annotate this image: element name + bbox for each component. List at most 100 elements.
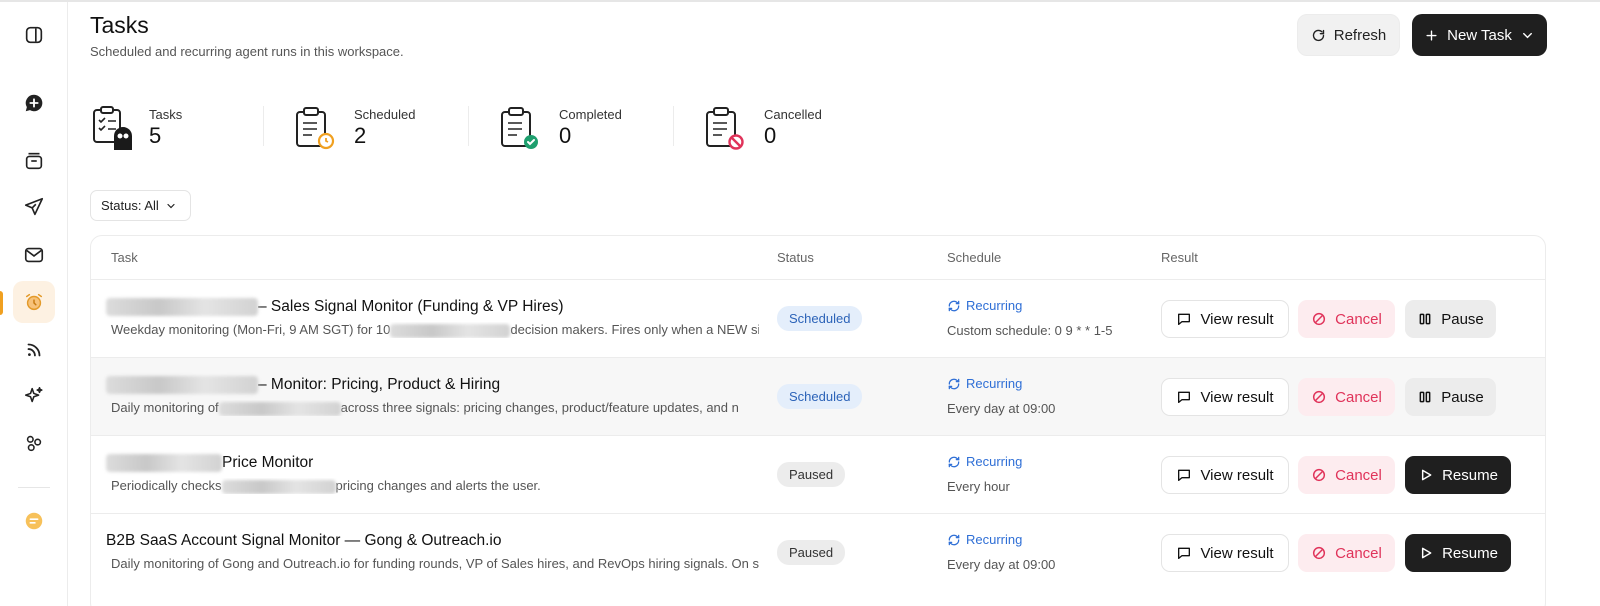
task-title-text: – Monitor: Pricing, Product & Hiring: [258, 376, 501, 394]
task-description-text: across three signals: pricing changes, p…: [340, 400, 739, 415]
column-header-schedule: Schedule: [947, 250, 1002, 265]
schedule-type: Recurring: [947, 532, 1022, 547]
stat-label: Cancelled: [764, 107, 822, 122]
stat-label: Tasks: [149, 107, 183, 122]
task-description-text: pricing changes and alerts the user.: [335, 478, 541, 493]
cancel-button[interactable]: Cancel: [1298, 378, 1395, 416]
view-result-button[interactable]: View result: [1161, 300, 1289, 338]
new-chat-icon: [25, 94, 43, 112]
refresh-button[interactable]: Refresh: [1297, 14, 1400, 56]
clipboard-bot-icon: [93, 106, 132, 150]
redacted-text: [390, 323, 511, 338]
alarm-clock-icon: [25, 293, 43, 311]
table-row[interactable]: – Sales Signal Monitor (Funding & VP Hir…: [91, 279, 1545, 357]
sidebar-item-send[interactable]: [13, 186, 55, 228]
page-subtitle: Scheduled and recurring agent runs in th…: [90, 44, 404, 59]
task-description-text: decision makers. Fires only when a NEW s…: [510, 322, 759, 337]
refresh-icon: [1312, 29, 1324, 41]
page-title: Tasks: [90, 12, 149, 38]
pause-label: Pause: [1441, 388, 1484, 406]
task-title-text: – Sales Signal Monitor (Funding & VP Hir…: [258, 298, 564, 316]
status-badge: Paused: [777, 462, 846, 487]
clipboard-cancel-icon: [706, 107, 744, 150]
stat-label: Scheduled: [354, 107, 416, 122]
task-description-text: Daily monitoring of: [111, 400, 219, 415]
inbox-icon: [25, 152, 43, 170]
schedule-type-label: Recurring: [966, 532, 1023, 547]
table-row[interactable]: B2B SaaS Account Signal Monitor — Gong &…: [91, 513, 1545, 591]
sidebar-item-tasks[interactable]: [13, 281, 55, 323]
top-border: [0, 0, 1600, 2]
sidebar-item-integrations[interactable]: [13, 422, 55, 464]
schedule-type-label: Recurring: [966, 376, 1023, 391]
sidebar-divider: [18, 487, 50, 488]
redacted-text: [106, 298, 258, 316]
chat-bubble-icon: [25, 512, 43, 530]
schedule-type: Recurring: [947, 298, 1022, 313]
sidebar-active-indicator: [0, 291, 3, 315]
stat-divider: [673, 106, 674, 146]
integrations-icon: [26, 435, 42, 452]
sidebar-item-mail[interactable]: [13, 234, 55, 276]
view-result-label: View result: [1200, 466, 1274, 484]
ban-icon: [1313, 546, 1326, 560]
sidebar-item-inbox[interactable]: [13, 140, 55, 182]
table-row[interactable]: – Monitor: Pricing, Product & Hiring Dai…: [91, 357, 1545, 435]
task-description-text: Weekday monitoring (Mon-Fri, 9 AM SGT) f…: [111, 322, 391, 337]
sidebar-item-ai[interactable]: [13, 375, 55, 417]
schedule-detail: Every hour: [947, 479, 1010, 494]
schedule-type: Recurring: [947, 376, 1022, 391]
view-result-button[interactable]: View result: [1161, 378, 1289, 416]
cancel-button[interactable]: Cancel: [1298, 300, 1395, 338]
resume-button[interactable]: Resume: [1405, 534, 1511, 572]
sidebar-toggle-button[interactable]: [13, 14, 55, 56]
table-row[interactable]: Price Monitor Periodically checks pricing…: [91, 435, 1545, 513]
task-title: – Sales Signal Monitor (Funding & VP Hir…: [106, 298, 564, 316]
view-result-button[interactable]: View result: [1161, 534, 1289, 572]
recurring-icon: [948, 300, 960, 311]
task-description-text: Periodically checks: [111, 478, 222, 493]
cancel-button[interactable]: Cancel: [1298, 456, 1395, 494]
message-square-icon: [1178, 469, 1191, 481]
message-square-icon: [1178, 391, 1191, 403]
sidebar-item-feeds[interactable]: [13, 329, 55, 371]
stat-divider: [468, 106, 469, 146]
pause-icon: [1419, 391, 1431, 403]
pause-button[interactable]: Pause: [1405, 378, 1496, 416]
redacted-text: [221, 479, 336, 494]
schedule-type: Recurring: [947, 454, 1022, 469]
recurring-icon: [948, 378, 960, 389]
recurring-icon: [948, 534, 960, 545]
stat-divider: [263, 106, 264, 146]
sidebar-item-feedback[interactable]: [13, 500, 55, 542]
view-result-label: View result: [1200, 388, 1274, 406]
stat-value: 0: [764, 123, 777, 148]
schedule-type-label: Recurring: [966, 298, 1023, 313]
cancel-label: Cancel: [1335, 544, 1382, 562]
view-result-button[interactable]: View result: [1161, 456, 1289, 494]
status-filter-label: Status: All: [101, 198, 159, 213]
rss-icon: [27, 343, 41, 357]
ban-icon: [1313, 312, 1326, 326]
task-description: Weekday monitoring (Mon-Fri, 9 AM SGT) f…: [111, 322, 759, 338]
pause-icon: [1419, 313, 1431, 325]
cancel-button[interactable]: Cancel: [1298, 534, 1395, 572]
mail-icon: [24, 247, 44, 263]
resume-button[interactable]: Resume: [1405, 456, 1511, 494]
task-title: Price Monitor: [106, 454, 313, 472]
status-filter-dropdown[interactable]: Status: All: [90, 190, 191, 221]
clipboard-check-icon: [501, 107, 538, 149]
column-header-result: Result: [1161, 250, 1198, 265]
cancel-label: Cancel: [1335, 388, 1382, 406]
sparkles-icon: [24, 386, 43, 403]
task-title-text: Price Monitor: [222, 454, 314, 472]
redacted-text: [218, 401, 341, 416]
pause-button[interactable]: Pause: [1405, 300, 1496, 338]
column-header-task: Task: [111, 250, 138, 265]
sidebar: [0, 2, 68, 606]
new-task-button[interactable]: New Task: [1412, 14, 1547, 56]
stat-value: 0: [559, 123, 572, 148]
sidebar-item-new-chat[interactable]: [13, 82, 55, 124]
stat-value: 2: [354, 123, 367, 148]
schedule-detail: Every day at 09:00: [947, 557, 1056, 572]
